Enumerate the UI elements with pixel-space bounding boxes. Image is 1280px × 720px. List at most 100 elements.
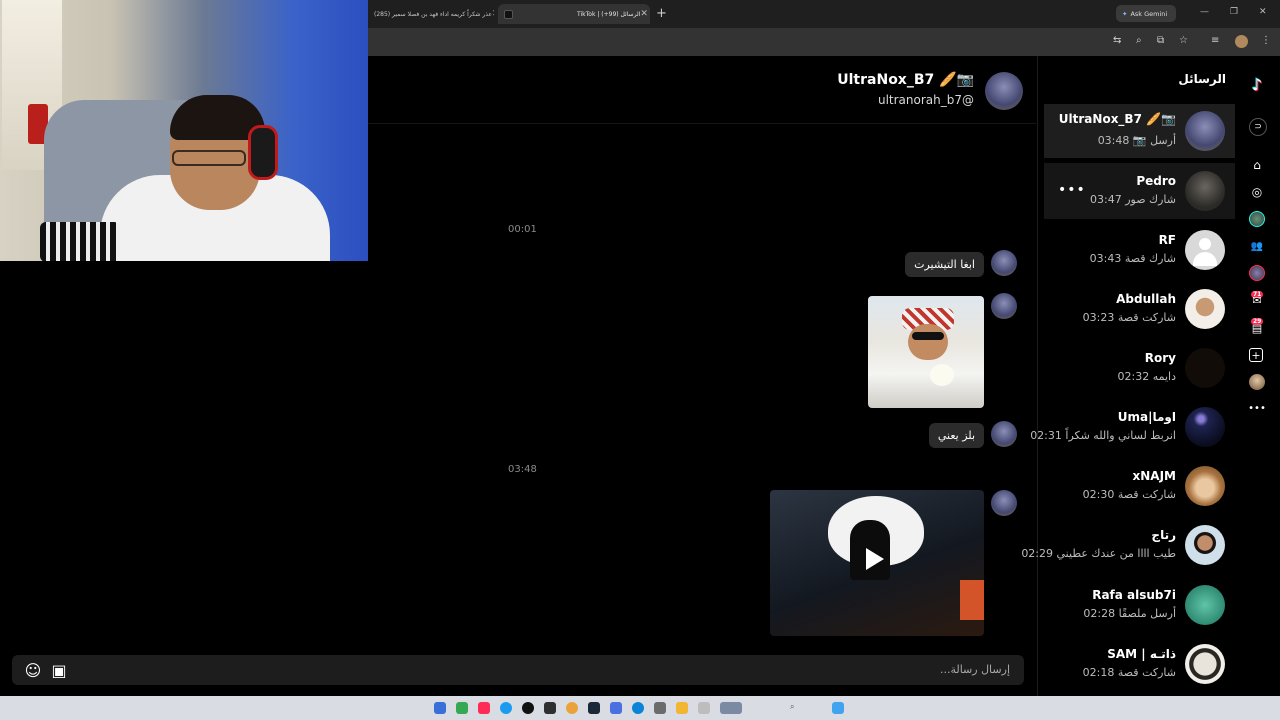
- tab-title: (285) عذر شكراً كريمه اداء فهد بن فصلا س…: [374, 10, 492, 18]
- message-input[interactable]: إرسال رسالة...: [940, 663, 1010, 676]
- message-timestamp: 00:01: [508, 224, 537, 235]
- close-window-icon[interactable]: ✕: [1259, 7, 1267, 17]
- taskbar-app-icon[interactable]: [566, 702, 578, 714]
- message-bubble: ابغا التيشيرت: [905, 252, 984, 277]
- screen: (285) عذر شكراً كريمه اداء فهد بن فصلا س…: [0, 0, 1280, 720]
- taskbar-app-icon[interactable]: [434, 702, 446, 714]
- inbox-title: الرسائل: [1178, 72, 1226, 86]
- taskbar-app-icon[interactable]: [632, 702, 644, 714]
- image-upload-icon[interactable]: ▣: [49, 660, 69, 680]
- message-composer[interactable]: ☺ ▣ إرسال رسالة...: [12, 655, 1024, 685]
- conversation-preview: شارك قصة 03:43: [1089, 252, 1176, 265]
- conversation-name: Rafa alsub7i: [1092, 588, 1176, 602]
- conversation-name: Pedro: [1136, 174, 1176, 188]
- conversation-name: xNAJM: [1132, 469, 1176, 483]
- conversation-item[interactable]: Uma|اوما انربط لساني والله شكراً 02:31: [1030, 402, 1235, 454]
- install-icon[interactable]: ⧉: [1157, 35, 1164, 46]
- collapse-icon[interactable]: ⊃: [1249, 118, 1267, 136]
- messages-icon[interactable]: ✉: [1249, 292, 1265, 308]
- avatar: [1185, 585, 1225, 625]
- ask-gemini-button[interactable]: ✦ Ask Gemini: [1116, 5, 1176, 22]
- conversation-item[interactable]: Rory دايمه 02:32: [1044, 343, 1235, 395]
- avatar: [1185, 171, 1225, 211]
- avatar: [1185, 525, 1225, 565]
- explore-icon[interactable]: ◎: [1249, 184, 1265, 200]
- inbox-icon[interactable]: ▤: [1249, 320, 1265, 336]
- live-avatar[interactable]: [1249, 265, 1265, 281]
- message-video[interactable]: [770, 490, 984, 636]
- taskbar-app-icon[interactable]: [588, 702, 600, 714]
- play-icon[interactable]: [866, 548, 884, 570]
- conversation-name: Uma|اوما: [1117, 410, 1176, 424]
- avatar[interactable]: [991, 293, 1017, 319]
- webcam-overlay: [0, 0, 368, 261]
- conversation-preview: شاركت قصة 03:23: [1082, 311, 1176, 324]
- taskbar-app-icon[interactable]: [654, 702, 666, 714]
- default-avatar-icon: [1185, 230, 1225, 270]
- taskbar-app-icon[interactable]: [544, 702, 556, 714]
- avatar: [1185, 644, 1225, 684]
- gemini-label: Ask Gemini: [1130, 9, 1168, 18]
- more-options-button[interactable]: •••: [1058, 182, 1086, 198]
- chat-contact-name[interactable]: UltraNox_B7 🥖📷: [837, 72, 974, 88]
- headset-icon: [248, 125, 278, 180]
- taskbar-app-icon[interactable]: [832, 702, 844, 714]
- emoji-icon[interactable]: ☺: [23, 660, 43, 680]
- sunglasses-icon: [912, 332, 944, 340]
- browser-tab-active[interactable]: TikTok | الرسائل (99+) ✕: [498, 4, 650, 24]
- translate-icon[interactable]: ⇆: [1113, 35, 1121, 46]
- microphone-icon: [40, 222, 120, 261]
- taskbar-app-icon[interactable]: [500, 702, 512, 714]
- taskbar-app-icon[interactable]: [698, 702, 710, 714]
- conversation-item[interactable]: Abdullah شاركت قصة 03:23: [1044, 284, 1235, 336]
- menu-kebab-icon[interactable]: ⋮: [1261, 35, 1271, 46]
- profile-avatar[interactable]: [1235, 35, 1248, 48]
- friends-icon[interactable]: 👥: [1249, 238, 1265, 254]
- taskbar-app-icon[interactable]: [456, 702, 468, 714]
- avatar[interactable]: [991, 490, 1017, 516]
- browser-tab[interactable]: (285) عذر شكراً كريمه اداء فهد بن فصلا س…: [368, 4, 494, 24]
- search-icon[interactable]: ⌕: [790, 702, 824, 714]
- following-avatar[interactable]: [1249, 211, 1265, 227]
- conversation-item[interactable]: SAM | ذاتـه شاركت قصة 02:18: [1044, 639, 1235, 691]
- avatar[interactable]: [991, 250, 1017, 276]
- avatar[interactable]: [985, 72, 1023, 110]
- message-image[interactable]: [868, 296, 984, 408]
- restore-icon[interactable]: ❐: [1230, 7, 1238, 17]
- gemini-icon: ✦: [1122, 9, 1128, 18]
- home-icon[interactable]: ⌂: [1249, 157, 1265, 173]
- conversation-preview: شاركت قصة 02:18: [1082, 666, 1176, 679]
- conversation-item[interactable]: xNAJM شاركت قصة 02:30: [1044, 461, 1235, 513]
- reading-list-icon[interactable]: ≡: [1211, 35, 1219, 46]
- conversation-item[interactable]: Pedro شارك صور 03:47 •••: [1044, 163, 1235, 219]
- taskbar-app-icon[interactable]: [720, 702, 742, 714]
- close-icon[interactable]: ✕: [492, 9, 494, 19]
- zoom-icon[interactable]: ⌕: [1136, 35, 1142, 46]
- conversation-preview: أرسل 📷 03:48: [1097, 134, 1176, 147]
- glasses-icon: [172, 150, 246, 166]
- conversation-preview: أرسل ملصقًا 02:28: [1083, 607, 1176, 620]
- more-icon[interactable]: •••: [1248, 400, 1266, 416]
- taskbar-app-icon[interactable]: [522, 702, 534, 714]
- face-icon: [908, 324, 948, 360]
- profile-avatar[interactable]: [1249, 374, 1265, 390]
- bookmark-star-icon[interactable]: ☆: [1179, 35, 1188, 46]
- upload-icon[interactable]: +: [1249, 348, 1263, 362]
- conversation-item[interactable]: رتاج طيب اااا من عندك عطيني 02:29: [1021, 520, 1235, 572]
- conversation-name: Abdullah: [1116, 292, 1176, 306]
- conversation-item[interactable]: UltraNox_B7 🥖📷 أرسل 📷 03:48: [1044, 104, 1235, 158]
- tiktok-logo-icon[interactable]: ♪: [1249, 75, 1265, 94]
- minimize-icon[interactable]: —: [1200, 7, 1209, 17]
- close-icon[interactable]: ✕: [640, 9, 648, 19]
- conversation-preview: شارك صور 03:47: [1090, 193, 1176, 206]
- taskbar-app-icon[interactable]: [610, 702, 622, 714]
- taskbar-app-icon[interactable]: [676, 702, 688, 714]
- conversation-item[interactable]: Rafa alsub7i أرسل ملصقًا 02:28: [1044, 580, 1235, 632]
- conversation-item[interactable]: RF شارك قصة 03:43: [1044, 225, 1235, 277]
- avatar: [1185, 111, 1225, 151]
- conversation-name: RF: [1158, 233, 1176, 247]
- avatar[interactable]: [991, 421, 1017, 447]
- avatar: [1185, 348, 1225, 388]
- taskbar-app-icon[interactable]: [478, 702, 490, 714]
- new-tab-button[interactable]: +: [656, 6, 667, 21]
